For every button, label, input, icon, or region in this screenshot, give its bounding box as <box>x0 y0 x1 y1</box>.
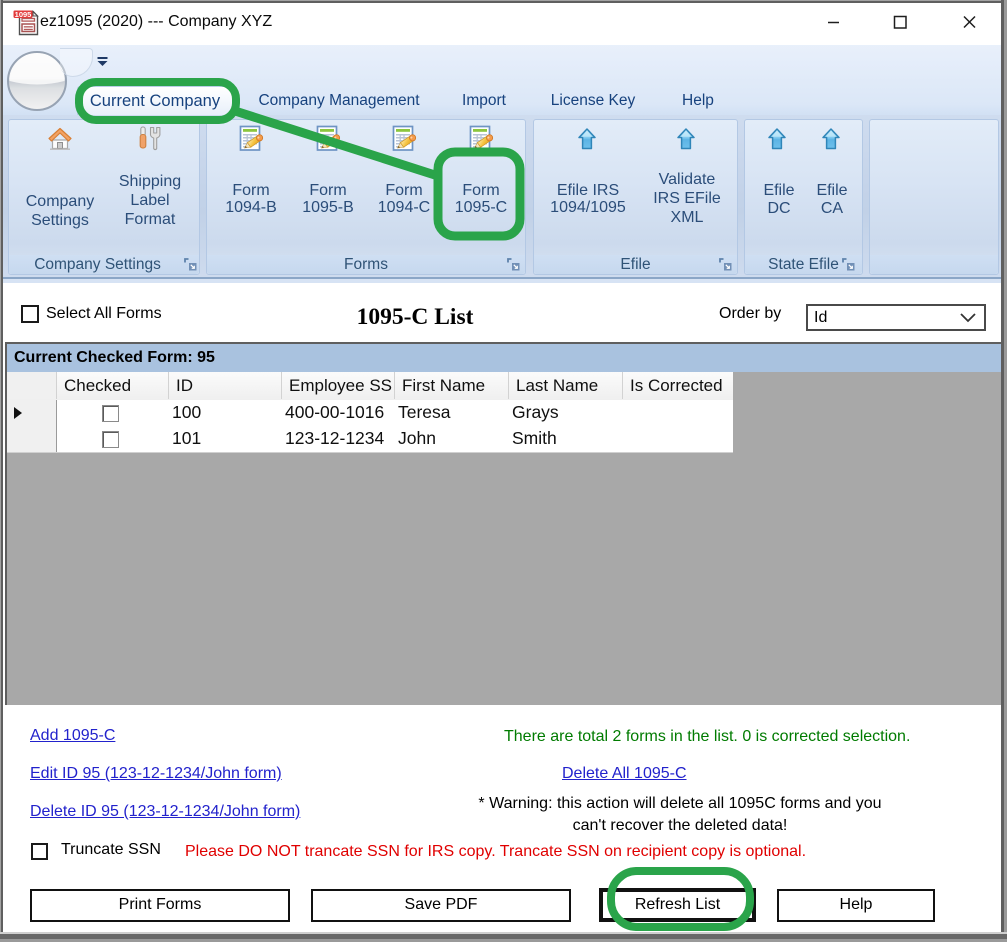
svg-text:1095: 1095 <box>15 10 32 19</box>
